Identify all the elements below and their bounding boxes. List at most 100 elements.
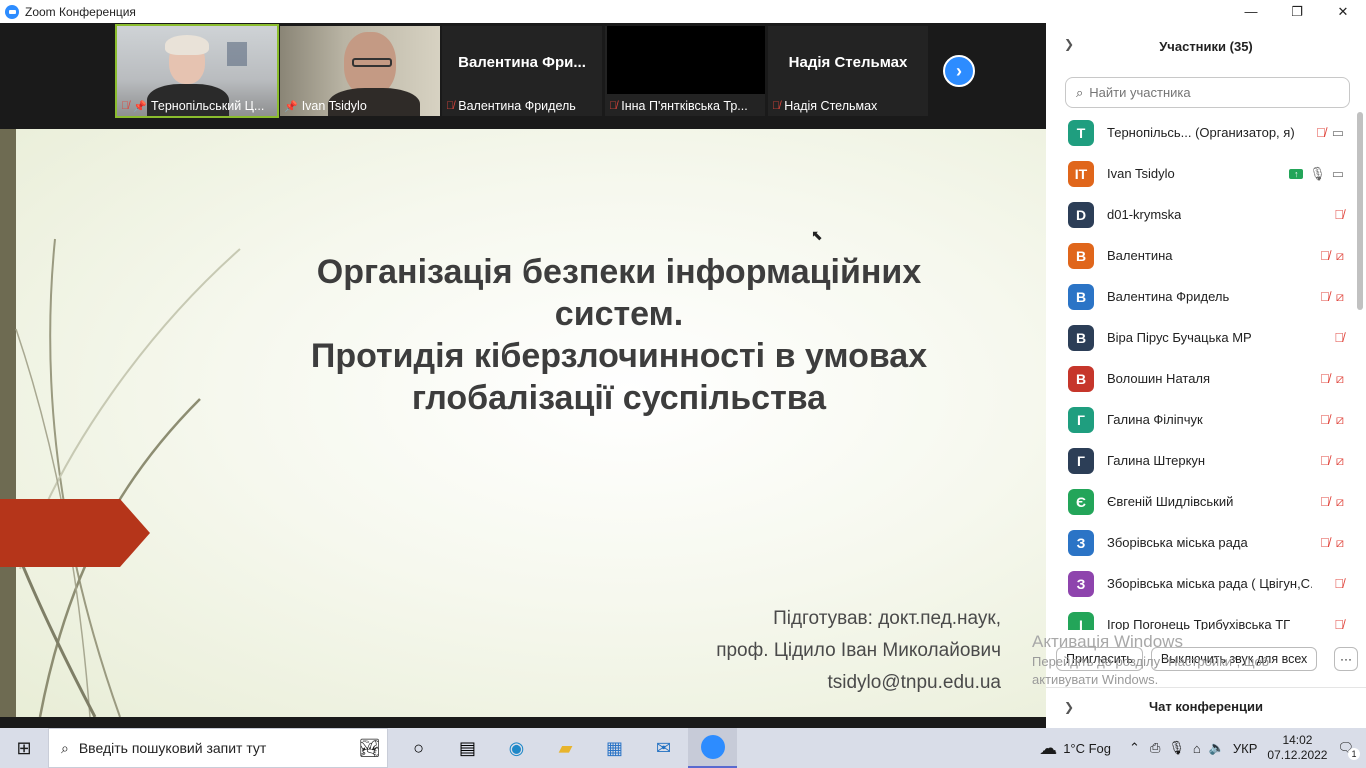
mic-off-icon[interactable]: 🎙̸ xyxy=(1334,576,1344,591)
participant-name: d01-krymska xyxy=(1107,207,1182,222)
cortana-icon[interactable]: ○ xyxy=(394,728,443,768)
participant-status: 🎙̸ ⧄ xyxy=(1320,522,1344,563)
tile-caption: 🎙̸ 📌 Тернопільський Ц... xyxy=(121,99,275,113)
search-icon: ⌕ xyxy=(1076,84,1084,100)
video-icon[interactable]: ▭ xyxy=(1332,125,1344,141)
participant-row[interactable]: З Зборівська міська рада 🎙̸ ⧄ xyxy=(1046,522,1356,563)
slide-heading: Організація безпеки інформаційних систем… xyxy=(260,251,978,419)
video-tile[interactable]: 🎙̸ 📌 Тернопільський Ц... xyxy=(115,24,279,118)
mic-off-icon[interactable]: 🎙̸ xyxy=(1320,371,1330,386)
participant-status: 🎙̸ ⧄ xyxy=(1320,235,1344,276)
participant-search-input[interactable] xyxy=(1089,85,1330,100)
minimize-button[interactable]: — xyxy=(1228,0,1274,23)
participant-status: 🎙̸ xyxy=(1334,563,1344,604)
participant-row[interactable]: Dd01-krymska 🎙̸ xyxy=(1046,194,1356,235)
edge-browser-icon[interactable]: ◉ xyxy=(492,728,541,768)
slide-heading-line2: Протидія кіберзлочинності в умовах глоба… xyxy=(310,337,928,417)
video-off-icon[interactable]: ⧄ xyxy=(1336,289,1344,305)
participants-scrollbar[interactable] xyxy=(1357,112,1363,310)
video-tile[interactable]: Валентина Фри... 🎙̸ Валентина Фридель xyxy=(442,26,602,116)
mic-off-icon[interactable]: 🎙̸ xyxy=(1334,207,1344,222)
tile-caption: 🎙̸ Інна П'янтківська Тр... xyxy=(609,99,763,113)
pin-icon: 📌 xyxy=(284,100,298,113)
mouse-cursor-icon: ⬉ xyxy=(811,227,823,243)
participants-list[interactable]: T Тернопільсь... (Организатор, я) 🎙̸ ▭ IT Iva… xyxy=(1046,112,1356,630)
participant-search[interactable]: ⌕ xyxy=(1065,77,1350,108)
video-off-icon[interactable]: ⧄ xyxy=(1336,494,1344,510)
participant-row[interactable]: Г Галина Філіпчук 🎙̸ ⧄ xyxy=(1046,399,1356,440)
mic-off-icon[interactable]: 🎙̸ xyxy=(1334,617,1344,630)
avatar: IT xyxy=(1068,160,1094,187)
chevron-down-icon[interactable]: ❯ xyxy=(1064,37,1074,51)
chat-header[interactable]: ❯ Чат конференции xyxy=(1046,687,1366,725)
weather-icon[interactable]: ☁ xyxy=(1039,738,1057,759)
participant-row[interactable]: В Валентина Фридель 🎙̸ ⧄ xyxy=(1046,276,1356,317)
chevron-up-icon[interactable]: ⌃ xyxy=(1129,740,1140,756)
participant-row[interactable]: З Зборівська міська рада ( Цвігун,С... 🎙̸ xyxy=(1046,563,1356,604)
zoom-app-icon[interactable] xyxy=(688,728,737,768)
microphone-icon[interactable]: 🎙 xyxy=(1168,740,1185,756)
video-off-icon[interactable]: ⧄ xyxy=(1336,412,1344,428)
more-options-button[interactable]: ··· xyxy=(1334,647,1358,671)
participant-row[interactable]: Є Євгеній Шидлівський 🎙̸ ⧄ xyxy=(1046,481,1356,522)
participant-row[interactable]: В Валентина 🎙̸ ⧄ xyxy=(1046,235,1356,276)
mic-off-icon[interactable]: 🎙̸ xyxy=(1320,248,1330,263)
maximize-button[interactable]: ❐ xyxy=(1274,0,1320,23)
participant-status: 🎙̸ ⧄ xyxy=(1320,440,1344,481)
chevron-down-icon[interactable]: ❯ xyxy=(1064,700,1074,714)
video-off-icon[interactable]: ⧄ xyxy=(1336,453,1344,469)
taskbar-apps: ○ ▤ ◉ ▰ ▦ ✉ xyxy=(394,728,737,768)
participant-status: 🎙̸ xyxy=(1334,317,1344,358)
participant-name: Ігор Погонець Трибухівська ТГ xyxy=(1107,617,1291,630)
mic-off-icon[interactable]: 🎙̸ xyxy=(1320,535,1330,550)
video-icon[interactable]: ▭ xyxy=(1332,166,1344,182)
notifications-icon[interactable]: 🗨 1 xyxy=(1337,740,1360,760)
participants-panel: ❯ Участники (35) ⌕ T Тернопільсь... (Орга… xyxy=(1046,23,1366,728)
clock[interactable]: 14:02 07.12.2022 xyxy=(1267,733,1327,763)
video-tile[interactable]: Надія Стельмах 🎙̸ Надія Стельмах xyxy=(768,26,928,116)
taskbar-search[interactable]: ⌕ Введіть пошуковий запит тут 🏞 xyxy=(48,728,388,768)
next-page-button[interactable]: › xyxy=(943,55,975,87)
mic-off-icon[interactable]: 🎙̸ xyxy=(1316,125,1326,140)
participant-row[interactable]: В Волошин Наталя 🎙̸ ⧄ xyxy=(1046,358,1356,399)
mic-off-icon[interactable]: 🎙̸ xyxy=(1334,330,1344,345)
participant-row[interactable]: T Тернопільсь... (Организатор, я) 🎙̸ ▭ xyxy=(1046,112,1356,153)
windows-activation-watermark: Активація Windows Перейдіть до розділу "… xyxy=(1032,633,1322,689)
mic-off-icon[interactable]: 🎙̸ xyxy=(1320,412,1330,427)
tile-name: Валентина Фридель xyxy=(458,99,576,113)
participant-video xyxy=(607,26,765,94)
mail-icon[interactable]: ✉ xyxy=(639,728,688,768)
participants-header[interactable]: ❯ Участники (35) xyxy=(1046,23,1366,69)
search-highlight-icon: 🏞 xyxy=(358,737,381,758)
tile-name: Інна П'янтківська Тр... xyxy=(621,99,748,113)
mic-off-icon[interactable]: 🎙̸ xyxy=(1320,453,1330,468)
activation-text: активувати Windows. xyxy=(1032,672,1159,687)
language-indicator[interactable]: УКР xyxy=(1233,741,1258,756)
weather-text[interactable]: 1°C Fog xyxy=(1063,741,1111,756)
close-button[interactable]: ✕ xyxy=(1320,0,1366,23)
participant-row[interactable]: IT Ivan Tsidylo ↑ 🎙 ▭ xyxy=(1046,153,1356,194)
webcam-icon[interactable]: ⎙ xyxy=(1150,740,1160,756)
mic-icon[interactable]: 🎙 xyxy=(1309,166,1326,182)
avatar: В xyxy=(1068,365,1094,392)
windows-start-icon[interactable]: ⊞ xyxy=(0,728,48,768)
windows-taskbar: ⊞ ⌕ Введіть пошуковий запит тут 🏞 ○ ▤ ◉ … xyxy=(0,728,1366,768)
video-off-icon[interactable]: ⧄ xyxy=(1336,371,1344,387)
network-icon[interactable]: ⌂ xyxy=(1193,741,1201,756)
mic-off-icon[interactable]: 🎙̸ xyxy=(1320,289,1330,304)
volume-icon[interactable]: 🔈 xyxy=(1209,740,1225,756)
video-tile[interactable]: 🎙̸ Інна П'янтківська Тр... xyxy=(605,26,765,116)
video-tile[interactable]: 📌 Ivan Tsidylo xyxy=(280,26,440,116)
participant-row[interactable]: В Віра Пірус Бучацька МР 🎙̸ xyxy=(1046,317,1356,358)
activation-text: Перейдіть до розділу "Настройки", щоб xyxy=(1032,654,1270,669)
video-off-icon[interactable]: ⧄ xyxy=(1336,248,1344,264)
participant-name: Ivan Tsidylo xyxy=(1107,166,1175,181)
video-off-icon[interactable]: ⧄ xyxy=(1336,535,1344,551)
participant-status: 🎙̸ ⧄ xyxy=(1320,481,1344,522)
participant-row[interactable]: Г Галина Штеркун 🎙̸ ⧄ xyxy=(1046,440,1356,481)
participant-row[interactable]: І Ігор Погонець Трибухівська ТГ 🎙̸ xyxy=(1046,604,1356,630)
microsoft-store-icon[interactable]: ▦ xyxy=(590,728,639,768)
task-view-icon[interactable]: ▤ xyxy=(443,728,492,768)
mic-off-icon[interactable]: 🎙̸ xyxy=(1320,494,1330,509)
file-explorer-icon[interactable]: ▰ xyxy=(541,728,590,768)
